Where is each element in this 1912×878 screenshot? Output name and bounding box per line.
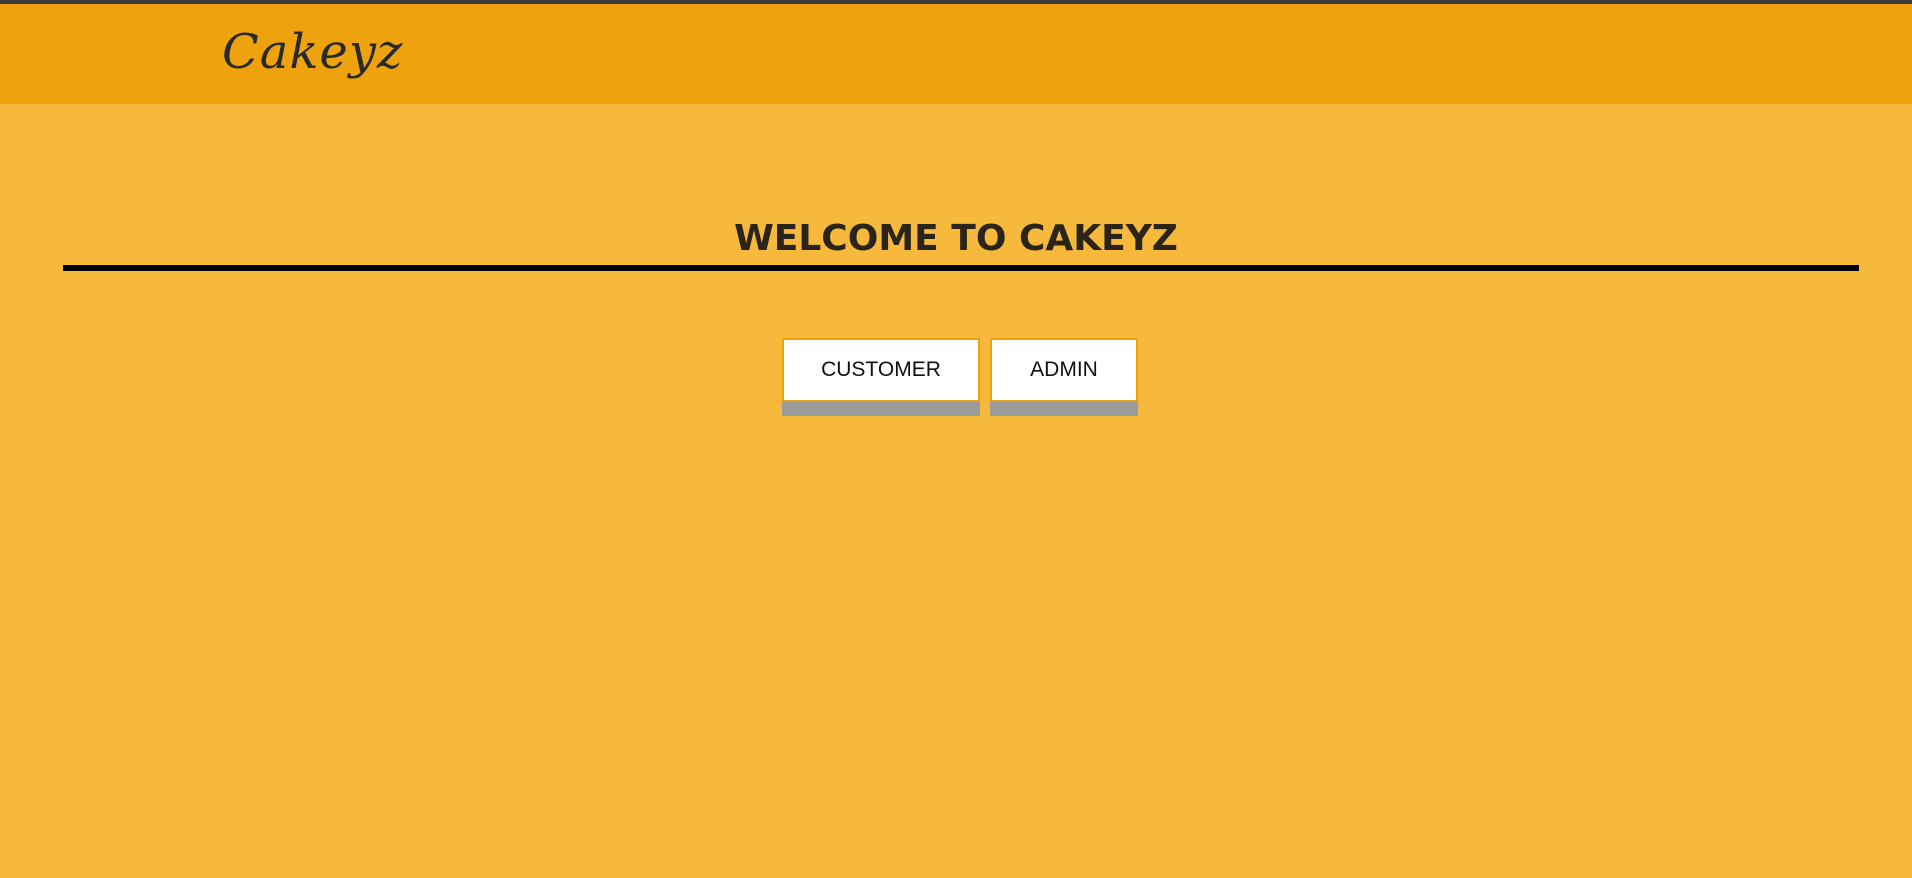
site-header: Cakeyz [0,4,1912,104]
site-logo[interactable]: Cakeyz [222,24,403,80]
welcome-heading: WELCOME TO CAKEYZ [734,218,1178,259]
customer-button[interactable]: CUSTOMER [782,338,980,402]
customer-button-shadow [782,402,980,416]
admin-button-shadow [990,402,1138,416]
admin-button[interactable]: ADMIN [990,338,1138,402]
heading-divider [63,265,1859,271]
